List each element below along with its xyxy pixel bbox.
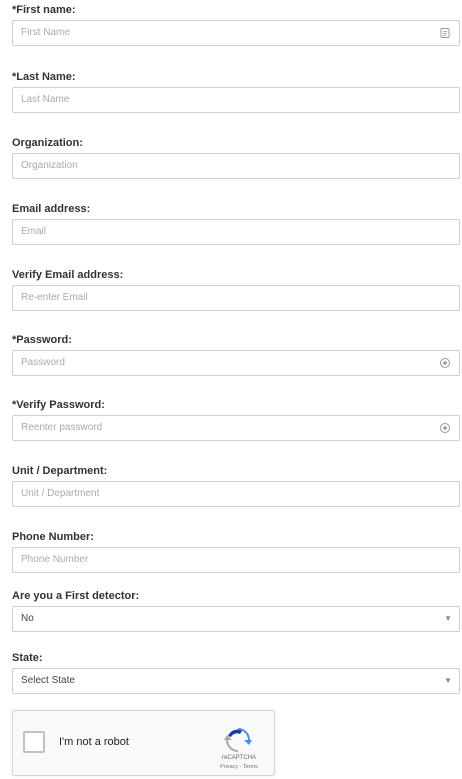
state-field: State: Select State ▼ (12, 651, 460, 694)
first-detector-field: Are you a First detector: No ▼ (12, 589, 460, 632)
recaptcha-widget: I'm not a robot reCAPTCHA Privacy - Term… (12, 710, 275, 776)
recaptcha-checkbox[interactable] (23, 731, 45, 753)
organization-placeholder: Organization (21, 160, 78, 171)
phone-number-placeholder: Phone Number (21, 554, 89, 565)
first-name-placeholder: First Name (21, 27, 70, 38)
unit-department-label: Unit / Department: (12, 465, 108, 477)
unit-department-placeholder: Unit / Department (21, 488, 100, 499)
unit-department-field: Unit / Department: Unit / Department (12, 464, 460, 507)
contact-card-icon[interactable] (439, 27, 451, 39)
password-reveal-icon[interactable] (439, 357, 451, 369)
state-label: State: (12, 652, 43, 664)
first-detector-select[interactable]: No ▼ (12, 606, 460, 632)
last-name-input[interactable]: Last Name (12, 87, 460, 113)
verify-email-placeholder: Re-enter Email (21, 292, 88, 303)
verify-email-field: Verify Email address: Re-enter Email (12, 268, 460, 311)
first-detector-value: No (21, 613, 34, 624)
email-label: Email address: (12, 203, 91, 215)
phone-number-label: Phone Number: (12, 531, 94, 543)
phone-number-field: Phone Number: Phone Number (12, 530, 460, 573)
last-name-placeholder: Last Name (21, 94, 70, 105)
email-placeholder: Email (21, 226, 47, 237)
first-detector-label: Are you a First detector: (12, 590, 140, 602)
email-input[interactable]: Email (12, 219, 460, 245)
recaptcha-privacy-terms-links[interactable]: Privacy - Terms (209, 764, 269, 770)
first-name-input[interactable]: First Name (12, 20, 460, 46)
recaptcha-brand: reCAPTCHA (221, 755, 256, 761)
first-name-label: *First name: (12, 4, 76, 16)
password-reveal-icon[interactable] (439, 422, 451, 434)
chevron-down-icon: ▼ (444, 676, 452, 685)
first-name-field: *First name: First Name (12, 3, 460, 46)
password-input[interactable]: Password (12, 350, 460, 376)
last-name-field: *Last Name: Last Name (12, 70, 460, 113)
verify-password-label: *Verify Password: (12, 399, 105, 411)
email-field: Email address: Email (12, 202, 460, 245)
verify-password-placeholder: Reenter password (21, 422, 103, 433)
chevron-down-icon: ▼ (444, 614, 452, 623)
password-field: *Password: Password (12, 333, 460, 376)
password-label: *Password: (12, 334, 72, 346)
verify-email-input[interactable]: Re-enter Email (12, 285, 460, 311)
organization-input[interactable]: Organization (12, 153, 460, 179)
state-value: Select State (21, 675, 75, 686)
organization-field: Organization: Organization (12, 136, 460, 179)
verify-password-field: *Verify Password: Reenter password (12, 398, 460, 441)
recaptcha-label: I'm not a robot (59, 736, 129, 748)
verify-email-label: Verify Email address: (12, 269, 124, 281)
unit-department-input[interactable]: Unit / Department (12, 481, 460, 507)
recaptcha-logo-icon (224, 728, 252, 752)
phone-number-input[interactable]: Phone Number (12, 547, 460, 573)
verify-password-input[interactable]: Reenter password (12, 415, 460, 441)
password-placeholder: Password (21, 357, 65, 368)
state-select[interactable]: Select State ▼ (12, 668, 460, 694)
last-name-label: *Last Name: (12, 71, 76, 83)
organization-label: Organization: (12, 137, 83, 149)
